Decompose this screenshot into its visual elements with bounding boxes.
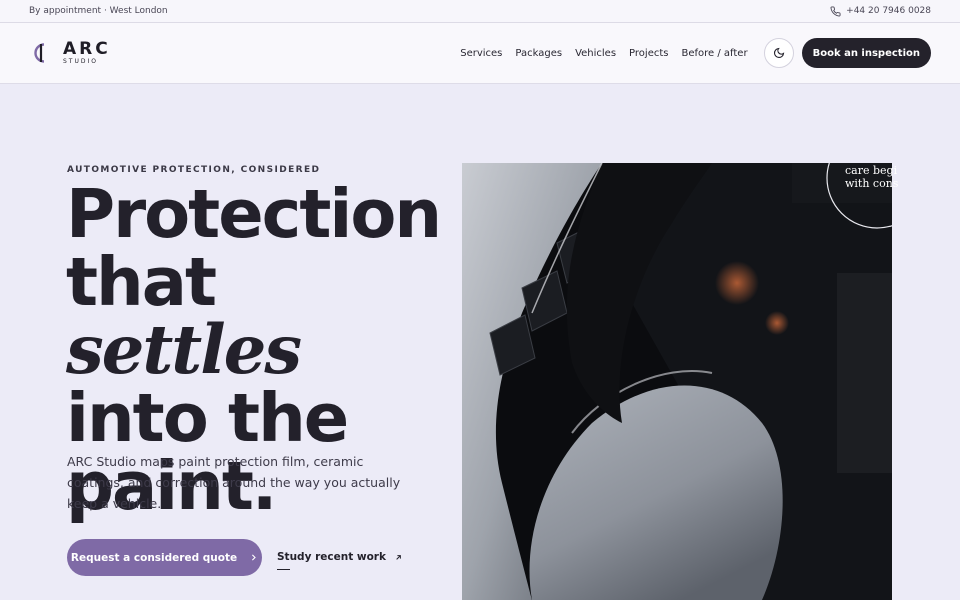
hero-description: ARC Studio maps paint protection film, c… — [67, 454, 401, 511]
nav-item-services[interactable]: Services — [460, 48, 502, 59]
arc-logo-icon — [34, 43, 45, 63]
phone-link[interactable]: +44 20 7946 0028 — [830, 5, 931, 17]
book-inspection-button[interactable]: Book an inspection — [801, 38, 931, 68]
nav-links: Services Packages Vehicles Projects Befo… — [460, 48, 747, 59]
headline-line-3: into the — [66, 379, 349, 457]
photo-badge-line-2: with cons — [845, 177, 899, 190]
chevron-right-icon — [252, 554, 256, 561]
availability-text: By appointment · West London — [29, 6, 168, 16]
hero-photo — [462, 163, 892, 600]
theme-toggle-button[interactable] — [763, 38, 794, 68]
car-detail-illustration — [462, 163, 892, 600]
utility-bar: By appointment · West London +44 20 7946… — [0, 0, 960, 23]
photo-badge: care begi with cons — [845, 164, 898, 190]
brand-name: ARC — [63, 39, 111, 59]
brand-subtitle: STUDIO — [63, 58, 98, 65]
headline-line-2: that settles — [66, 248, 456, 384]
nav-item-packages[interactable]: Packages — [515, 48, 562, 59]
hero-eyebrow: AUTOMOTIVE PROTECTION, CONSIDERED — [67, 165, 321, 175]
study-recent-work-label: Study recent work — [277, 551, 386, 563]
study-recent-work-link[interactable]: Study recent work — [277, 551, 403, 563]
headline-settles: settles — [66, 310, 302, 389]
nav-item-projects[interactable]: Projects — [629, 48, 668, 59]
nav-item-before-after[interactable]: Before / after — [681, 48, 747, 59]
arrow-up-right-icon — [396, 554, 401, 560]
photo-badge-line-1: care begi — [845, 164, 898, 177]
request-quote-label: Request a considered quote — [70, 551, 238, 564]
phone-number: +44 20 7946 0028 — [846, 6, 931, 16]
main-navigation: ARC STUDIO Services Packages Vehicles Pr… — [0, 23, 960, 84]
study-link-underline — [277, 569, 290, 570]
headline-line-1: Protection — [66, 175, 442, 253]
brand-logo[interactable]: ARC STUDIO — [29, 41, 111, 65]
nav-item-vehicles[interactable]: Vehicles — [575, 48, 616, 59]
request-quote-button[interactable]: Request a considered quote — [67, 539, 262, 576]
moon-icon — [773, 47, 784, 59]
phone-icon — [830, 5, 841, 16]
